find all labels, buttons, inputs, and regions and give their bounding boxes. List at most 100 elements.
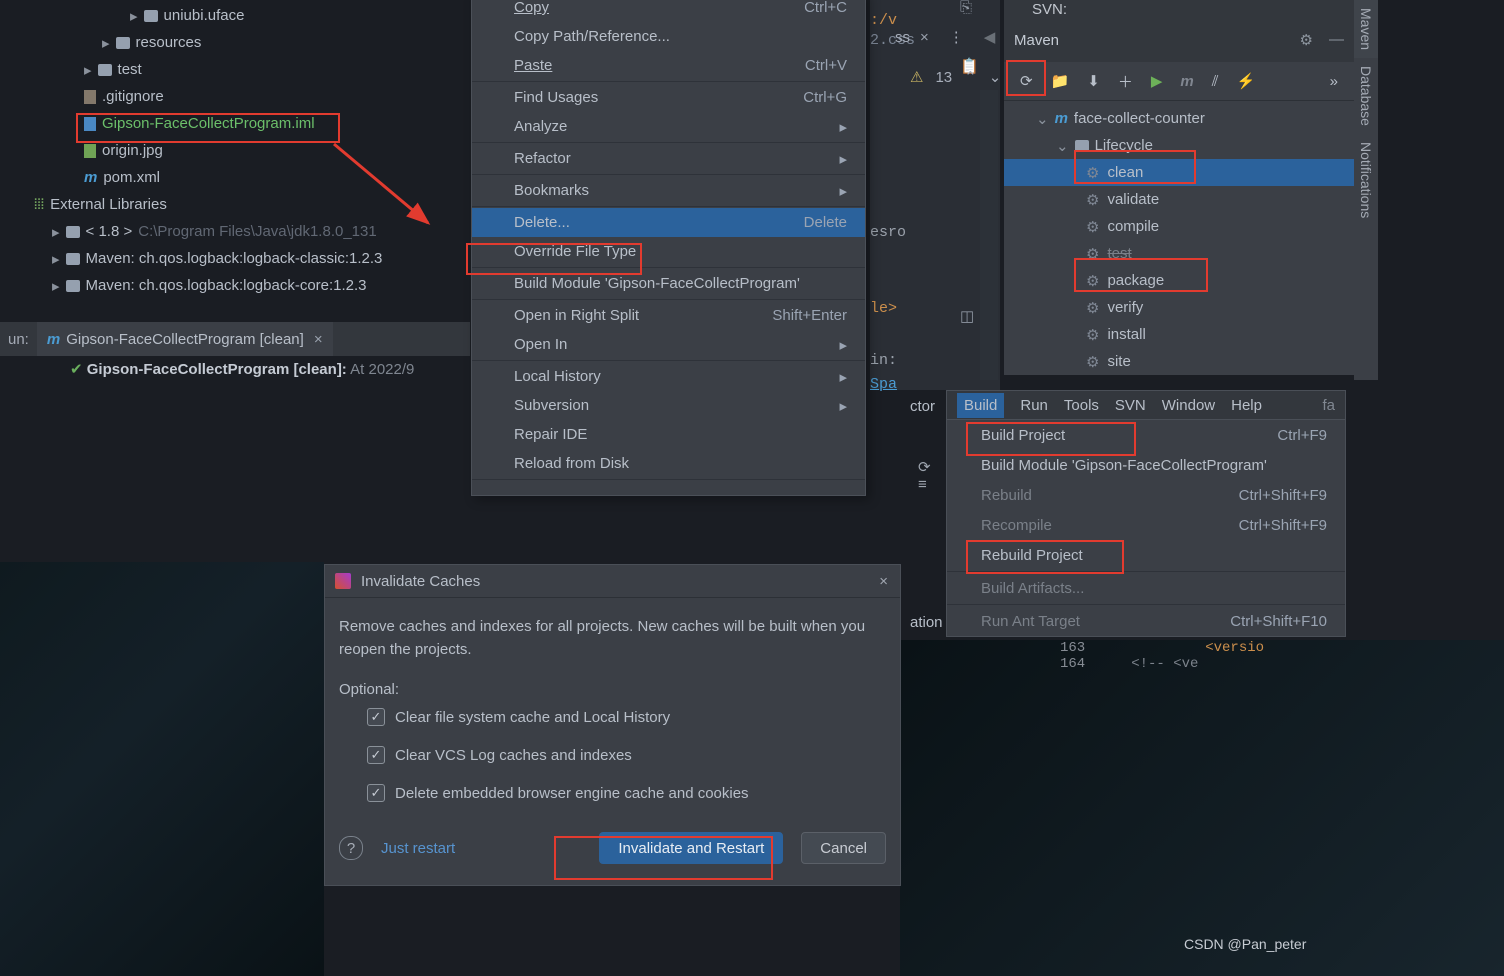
cancel-button[interactable]: Cancel: [801, 832, 886, 864]
copy-icon: ⎘: [960, 0, 972, 16]
close-icon[interactable]: ×: [920, 29, 929, 46]
svn-label: SVN:: [1032, 1, 1067, 18]
menu-svn[interactable]: SVN: [1115, 397, 1146, 414]
gutter-icon-align[interactable]: ≡: [918, 476, 927, 493]
folder-icon[interactable]: 📁: [1051, 72, 1070, 90]
ctx-bookmarks[interactable]: Bookmarks▸: [472, 176, 865, 205]
ctx-paste[interactable]: 📋PasteCtrl+V: [472, 51, 865, 80]
tree-item-uniubi[interactable]: ▸uniubi.uface: [20, 2, 470, 29]
side-tab-maven[interactable]: Maven: [1354, 0, 1378, 58]
gear-icon[interactable]: ⚙: [1300, 31, 1313, 49]
maven-root[interactable]: ⌄mface-collect-counter: [1004, 105, 1354, 132]
checkbox-clear-browser[interactable]: ✓Delete embedded browser engine cache an…: [367, 774, 886, 812]
maven-icon[interactable]: m: [1180, 73, 1193, 90]
nav-up-icon[interactable]: ⌃: [964, 68, 977, 86]
lifecycle-validate[interactable]: ⚙validate: [1004, 186, 1354, 213]
minimap[interactable]: [980, 90, 998, 380]
ctx-copy-path[interactable]: Copy Path/Reference...: [472, 22, 865, 51]
tab-frag-label: ss: [895, 29, 910, 46]
ctx-more: [472, 481, 865, 495]
run-tab-label: Gipson-FaceCollectProgram [clean]: [66, 331, 304, 348]
tree-item-resources[interactable]: ▸resources: [20, 29, 470, 56]
checkbox-clear-fs[interactable]: ✓Clear file system cache and Local Histo…: [367, 698, 886, 736]
idea-icon: [335, 573, 351, 589]
chevron-right-icon: ▸: [52, 277, 60, 295]
line-nav[interactable]: ⚠13⌃⌄: [910, 68, 1001, 86]
watermark: CSDN @Pan_peter: [1184, 936, 1306, 952]
ctx-refactor[interactable]: Refactor▸: [472, 144, 865, 173]
help-icon[interactable]: ?: [339, 836, 363, 860]
ctx-subversion[interactable]: Subversion▸: [472, 391, 865, 420]
checkbox-clear-vcs[interactable]: ✓Clear VCS Log caches and indexes: [367, 736, 886, 774]
menubar-fragment: ctor: [910, 398, 935, 415]
lightning-icon[interactable]: ⚡: [1236, 72, 1255, 90]
tree-label: origin.jpg: [102, 142, 163, 159]
close-icon[interactable]: ×: [314, 331, 323, 348]
maven-icon: m: [1055, 110, 1068, 127]
image-icon: [84, 144, 96, 158]
menu-build-artifacts: Build Artifacts...: [947, 573, 1345, 603]
menu-run[interactable]: Run: [1020, 397, 1048, 414]
menu-tools[interactable]: Tools: [1064, 397, 1099, 414]
run-tab[interactable]: m Gipson-FaceCollectProgram [clean] ×: [37, 322, 333, 356]
maven-toolbar: ⟳ 📁 ⬇ ＋ ▶ m ⫽ ⚡ »: [1004, 62, 1354, 101]
highlight-box-rebuild-project: [966, 540, 1124, 574]
tree-label: .gitignore: [102, 88, 164, 105]
menu-help[interactable]: Help: [1231, 397, 1262, 414]
nav-down-icon[interactable]: ⌄: [989, 68, 1002, 86]
highlight-box-package: [1074, 258, 1208, 292]
run-icon[interactable]: ▶: [1151, 72, 1163, 90]
ctx-analyze[interactable]: Analyze▸: [472, 112, 865, 141]
close-icon[interactable]: ×: [879, 573, 888, 590]
tree-item-test[interactable]: ▸test: [20, 56, 470, 83]
lifecycle-site[interactable]: ⚙site: [1004, 348, 1354, 375]
side-tab-database[interactable]: Database: [1354, 58, 1378, 134]
highlight-box-delete: [466, 243, 642, 275]
just-restart-link[interactable]: Just restart: [381, 840, 455, 857]
menu-window[interactable]: Window: [1162, 397, 1215, 414]
chevron-down-icon: ⌄: [1036, 110, 1049, 128]
peek-text: le>: [870, 300, 897, 317]
tree-label: Maven: ch.qos.logback:logback-core:1.2.3: [86, 277, 367, 294]
lifecycle-compile[interactable]: ⚙compile: [1004, 213, 1354, 240]
maven-icon: m: [84, 169, 97, 186]
tree-label: pom.xml: [103, 169, 160, 186]
lifecycle-install[interactable]: ⚙install: [1004, 321, 1354, 348]
highlight-box-iml: [76, 113, 340, 143]
side-tab-notifications[interactable]: Notifications: [1354, 134, 1378, 226]
peek-text: :/v: [870, 12, 897, 29]
ctx-copy[interactable]: ⎘CopyCtrl+C: [472, 0, 865, 22]
download-icon[interactable]: ⬇: [1087, 72, 1100, 90]
tree-label: External Libraries: [50, 196, 167, 213]
ctx-delete[interactable]: Delete...Delete: [472, 208, 865, 237]
ctx-open-split[interactable]: ◫Open in Right SplitShift+Enter: [472, 301, 865, 330]
folder-icon: [116, 37, 130, 49]
ctx-repair[interactable]: Repair IDE: [472, 420, 865, 449]
ctx-reload[interactable]: ⟳Reload from Disk: [472, 449, 865, 478]
skip-tests-icon[interactable]: ⫽: [1212, 73, 1219, 90]
ctx-find-usages[interactable]: Find UsagesCtrl+G: [472, 83, 865, 112]
dialog-optional-label: Optional:: [339, 681, 886, 698]
chevron-right-icon: ▸: [52, 250, 60, 268]
tabs-fragment: ss × ⋮ ◀: [895, 28, 995, 46]
add-icon[interactable]: ＋: [1118, 71, 1133, 92]
chevron-right-icon: ▸: [102, 34, 110, 52]
menu-build[interactable]: Build: [957, 393, 1004, 418]
ctx-local-history[interactable]: Local History▸: [472, 362, 865, 391]
dialog-title: Invalidate Caches: [361, 573, 480, 590]
text-fragment: ation: [910, 614, 943, 631]
more-icon[interactable]: »: [1330, 73, 1338, 90]
dialog-titlebar: Invalidate Caches ×: [325, 565, 900, 598]
libraries-icon: ⦙⦙⦙: [34, 196, 44, 213]
minimize-icon[interactable]: —: [1329, 31, 1344, 49]
maven-title: Maven: [1014, 32, 1059, 49]
menu-rebuild: RebuildCtrl+Shift+F9: [947, 480, 1345, 510]
ctx-open-in[interactable]: Open In▸: [472, 330, 865, 359]
lib-icon: [66, 280, 80, 292]
tree-item-gitignore[interactable]: .gitignore: [20, 83, 470, 110]
menubar-extra: fa: [1322, 397, 1335, 414]
maven-panel: SVN: Maven ⚙ — ⟳ 📁 ⬇ ＋ ▶ m ⫽ ⚡ » ⌄mface-…: [1004, 0, 1354, 375]
run-label: un:: [0, 331, 37, 348]
gutter-icon-sync[interactable]: ⟳: [918, 458, 931, 476]
lifecycle-verify[interactable]: ⚙verify: [1004, 294, 1354, 321]
